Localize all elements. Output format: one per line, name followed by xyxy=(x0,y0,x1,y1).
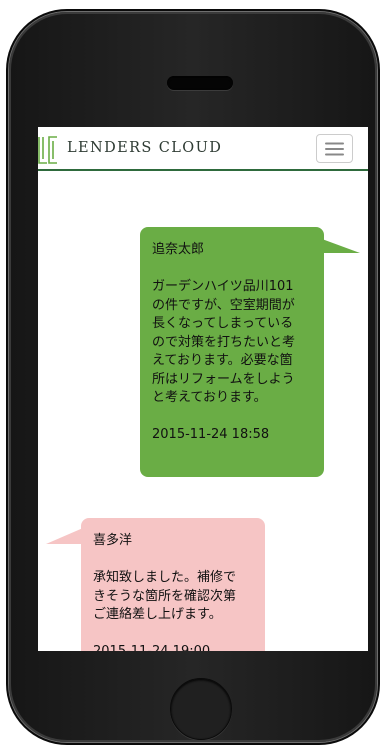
app-header: LENDERS CLOUD xyxy=(38,127,368,171)
message-sender: 喜多洋 xyxy=(93,533,133,548)
received-bubble-tail xyxy=(46,528,83,544)
lc-logo-icon xyxy=(38,136,57,164)
chat-thread[interactable]: 追奈太郎 ガーデンハイツ品川101 の件ですが、空室期間が 長くなってしまってい… xyxy=(38,173,368,651)
home-button[interactable] xyxy=(170,678,232,740)
phone-screen: LENDERS CLOUD 追奈太郎 ガーデンハイツ品川101 の件ですが、空室… xyxy=(38,127,368,651)
brand-name: LENDERS CLOUD xyxy=(67,140,223,156)
message-timestamp: 2015-11-24 18:58 xyxy=(152,427,270,442)
phone-frame: LENDERS CLOUD 追奈太郎 ガーデンハイツ品川101 の件ですが、空室… xyxy=(9,12,377,742)
sent-bubble-tail xyxy=(322,239,360,253)
message-bubble-sent: 追奈太郎 ガーデンハイツ品川101 の件ですが、空室期間が 長くなってしまってい… xyxy=(140,227,324,477)
message-sender: 追奈太郎 xyxy=(152,242,205,257)
hamburger-menu-icon xyxy=(325,142,344,155)
message-body: 承知致しました。補修で きそうな箇所を確認次第 ご連絡差し上げます。 xyxy=(93,570,237,622)
message-bubble-received: 喜多洋 承知致しました。補修で きそうな箇所を確認次第 ご連絡差し上げます。 2… xyxy=(81,518,265,651)
phone-speaker xyxy=(167,76,233,90)
message-body: ガーデンハイツ品川101 の件ですが、空室期間が 長くなってしまっている ので対… xyxy=(152,279,296,405)
message-timestamp: 2015-11-24 19:00 xyxy=(93,643,253,651)
menu-toggle-button[interactable] xyxy=(316,134,353,163)
